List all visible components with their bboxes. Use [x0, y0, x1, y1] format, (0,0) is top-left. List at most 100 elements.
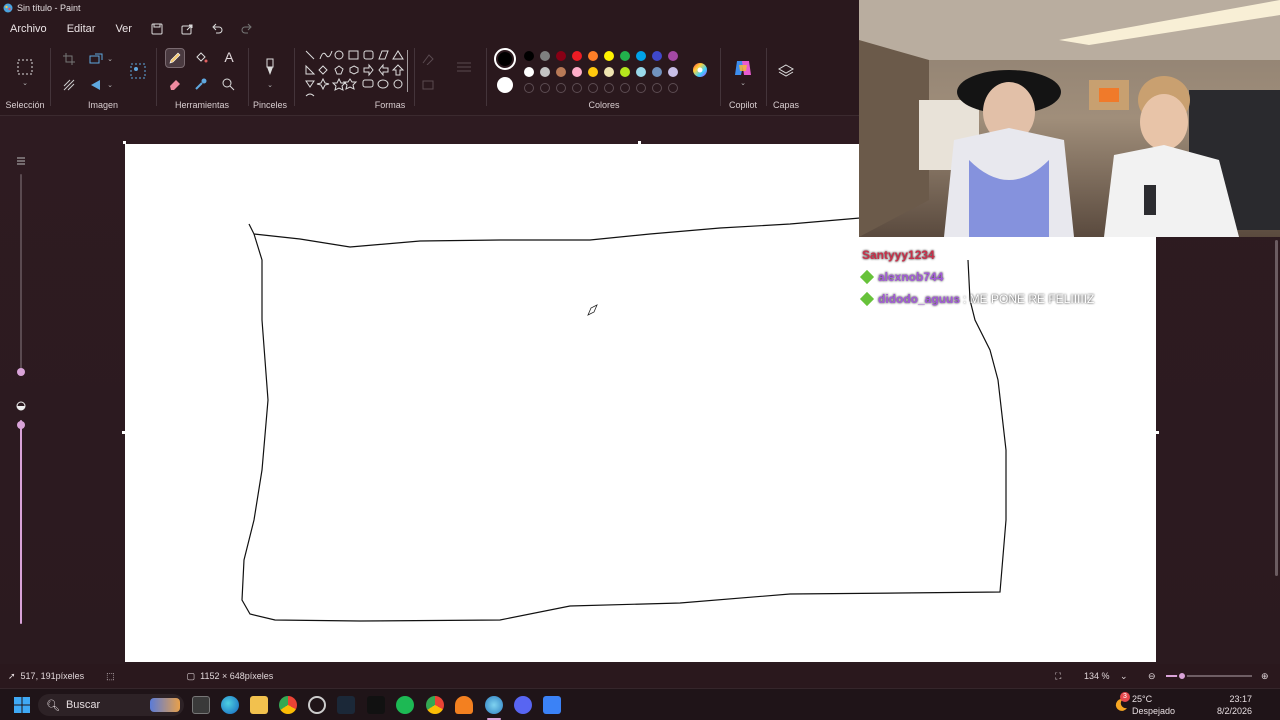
steam-icon[interactable]: [337, 696, 355, 714]
resize-dropdown-icon[interactable]: ⌄: [106, 54, 114, 64]
palette-swatch[interactable]: [620, 51, 630, 61]
weather-widget[interactable]: 25°C Despejado: [1132, 694, 1175, 716]
paint-taskbar-icon[interactable]: [485, 696, 503, 714]
redo-icon[interactable]: [240, 22, 254, 36]
fit-to-window-icon[interactable]: ⛶: [1055, 671, 1061, 682]
palette-swatch[interactable]: [604, 67, 614, 77]
brush-icon[interactable]: [260, 56, 280, 78]
size-slider-track[interactable]: [20, 174, 22, 370]
size-icon[interactable]: [455, 60, 473, 74]
color-picker-icon[interactable]: [193, 76, 209, 92]
outline-icon[interactable]: [420, 52, 436, 66]
palette-swatch[interactable]: [556, 51, 566, 61]
edit-colors-icon[interactable]: [690, 60, 710, 80]
file-explorer-icon[interactable]: [250, 696, 268, 714]
palette-swatch[interactable]: [572, 67, 582, 77]
pencil-icon[interactable]: [165, 48, 185, 68]
taskbar-search[interactable]: 🔍︎ Buscar: [38, 694, 184, 716]
rotate-dropdown-icon[interactable]: ⌄: [106, 80, 114, 90]
primary-color-button[interactable]: [494, 48, 516, 70]
palette-swatch[interactable]: [604, 51, 614, 61]
palette-swatch[interactable]: [652, 51, 662, 61]
selection-dropdown-icon[interactable]: ⌄: [20, 78, 30, 88]
opacity-slider-track[interactable]: [20, 420, 22, 624]
palette-swatch[interactable]: [588, 51, 598, 61]
custom-color-slot[interactable]: [604, 83, 614, 93]
magnifier-icon[interactable]: [220, 76, 236, 92]
eraser-icon[interactable]: [167, 76, 183, 92]
shapes-gallery[interactable]: [302, 48, 408, 100]
palette-swatch[interactable]: [524, 51, 534, 61]
notepad-icon[interactable]: [543, 696, 561, 714]
save-icon[interactable]: [150, 22, 164, 36]
menu-editar[interactable]: Editar: [57, 23, 106, 35]
image-select-icon[interactable]: [129, 62, 147, 80]
secondary-color-button[interactable]: [497, 77, 513, 93]
background-remove-icon[interactable]: [62, 78, 76, 92]
palette-swatch[interactable]: [668, 67, 678, 77]
custom-color-slot[interactable]: [588, 83, 598, 93]
windows-start-icon[interactable]: [13, 696, 31, 714]
spotify-icon[interactable]: [396, 696, 414, 714]
palette-swatch[interactable]: [572, 51, 582, 61]
palette-swatch[interactable]: [620, 67, 630, 77]
edge-icon[interactable]: [221, 696, 239, 714]
palette-swatch[interactable]: [524, 67, 534, 77]
palette-swatch[interactable]: [636, 51, 646, 61]
menu-archivo[interactable]: Archivo: [0, 23, 57, 35]
undo-icon[interactable]: [210, 22, 224, 36]
custom-color-slot[interactable]: [572, 83, 582, 93]
fill-bucket-icon[interactable]: [193, 50, 209, 66]
fill-icon[interactable]: [420, 78, 436, 92]
text-tool-icon[interactable]: A: [220, 48, 238, 66]
chrome-icon[interactable]: [279, 696, 297, 714]
custom-color-slot[interactable]: [668, 83, 678, 93]
palette-swatch[interactable]: [636, 67, 646, 77]
layers-icon[interactable]: [777, 62, 795, 80]
rotate-icon[interactable]: [88, 78, 104, 92]
zoom-level[interactable]: 134 %: [1084, 671, 1110, 681]
resize-handle[interactable]: [122, 431, 125, 434]
resize-handle[interactable]: [1156, 431, 1159, 434]
discord-icon[interactable]: [514, 696, 532, 714]
custom-color-slot[interactable]: [556, 83, 566, 93]
custom-color-slot[interactable]: [636, 83, 646, 93]
group-label-capas: Capas: [772, 100, 800, 110]
zoom-out-icon[interactable]: ⊖: [1148, 671, 1156, 682]
palette-swatch[interactable]: [652, 67, 662, 77]
palette-swatch[interactable]: [556, 67, 566, 77]
custom-color-slot[interactable]: [652, 83, 662, 93]
palette-swatch[interactable]: [540, 51, 550, 61]
cloud-app-icon[interactable]: [455, 696, 473, 714]
copilot-icon[interactable]: [732, 58, 754, 78]
group-label-seleccion: Selección: [5, 100, 45, 110]
zoom-slider-knob[interactable]: [1177, 671, 1187, 681]
clock[interactable]: 23:17 8/2/2026: [1200, 694, 1252, 716]
selection-rect-icon[interactable]: [14, 56, 36, 78]
custom-color-slot[interactable]: [540, 83, 550, 93]
search-icon: 🔍︎: [46, 699, 60, 712]
palette-swatch[interactable]: [540, 67, 550, 77]
crop-icon[interactable]: [62, 52, 76, 66]
custom-color-slot[interactable]: [620, 83, 630, 93]
zoom-dropdown-icon[interactable]: ⌄: [1120, 671, 1128, 682]
app-icon[interactable]: [308, 696, 326, 714]
palette-swatch[interactable]: [668, 51, 678, 61]
resize-handle[interactable]: [638, 141, 641, 144]
paint-app-icon: [3, 3, 13, 13]
share-icon[interactable]: [180, 22, 194, 36]
menu-ver[interactable]: Ver: [105, 23, 142, 35]
custom-color-slot[interactable]: [524, 83, 534, 93]
task-view-icon[interactable]: [192, 696, 210, 714]
copilot-dropdown-icon[interactable]: ⌄: [738, 78, 748, 88]
palette-swatch[interactable]: [588, 67, 598, 77]
size-slider-knob[interactable]: [17, 368, 25, 376]
zoom-in-icon[interactable]: ⊕: [1261, 671, 1269, 682]
resize-handle[interactable]: [123, 141, 126, 144]
chrome-profile-icon[interactable]: [426, 696, 444, 714]
resize-icon[interactable]: [88, 52, 104, 66]
brush-dropdown-icon[interactable]: ⌄: [265, 80, 275, 90]
opacity-slider-knob[interactable]: [17, 421, 25, 429]
vertical-scrollbar[interactable]: [1275, 240, 1278, 576]
tiktok-icon[interactable]: [367, 696, 385, 714]
